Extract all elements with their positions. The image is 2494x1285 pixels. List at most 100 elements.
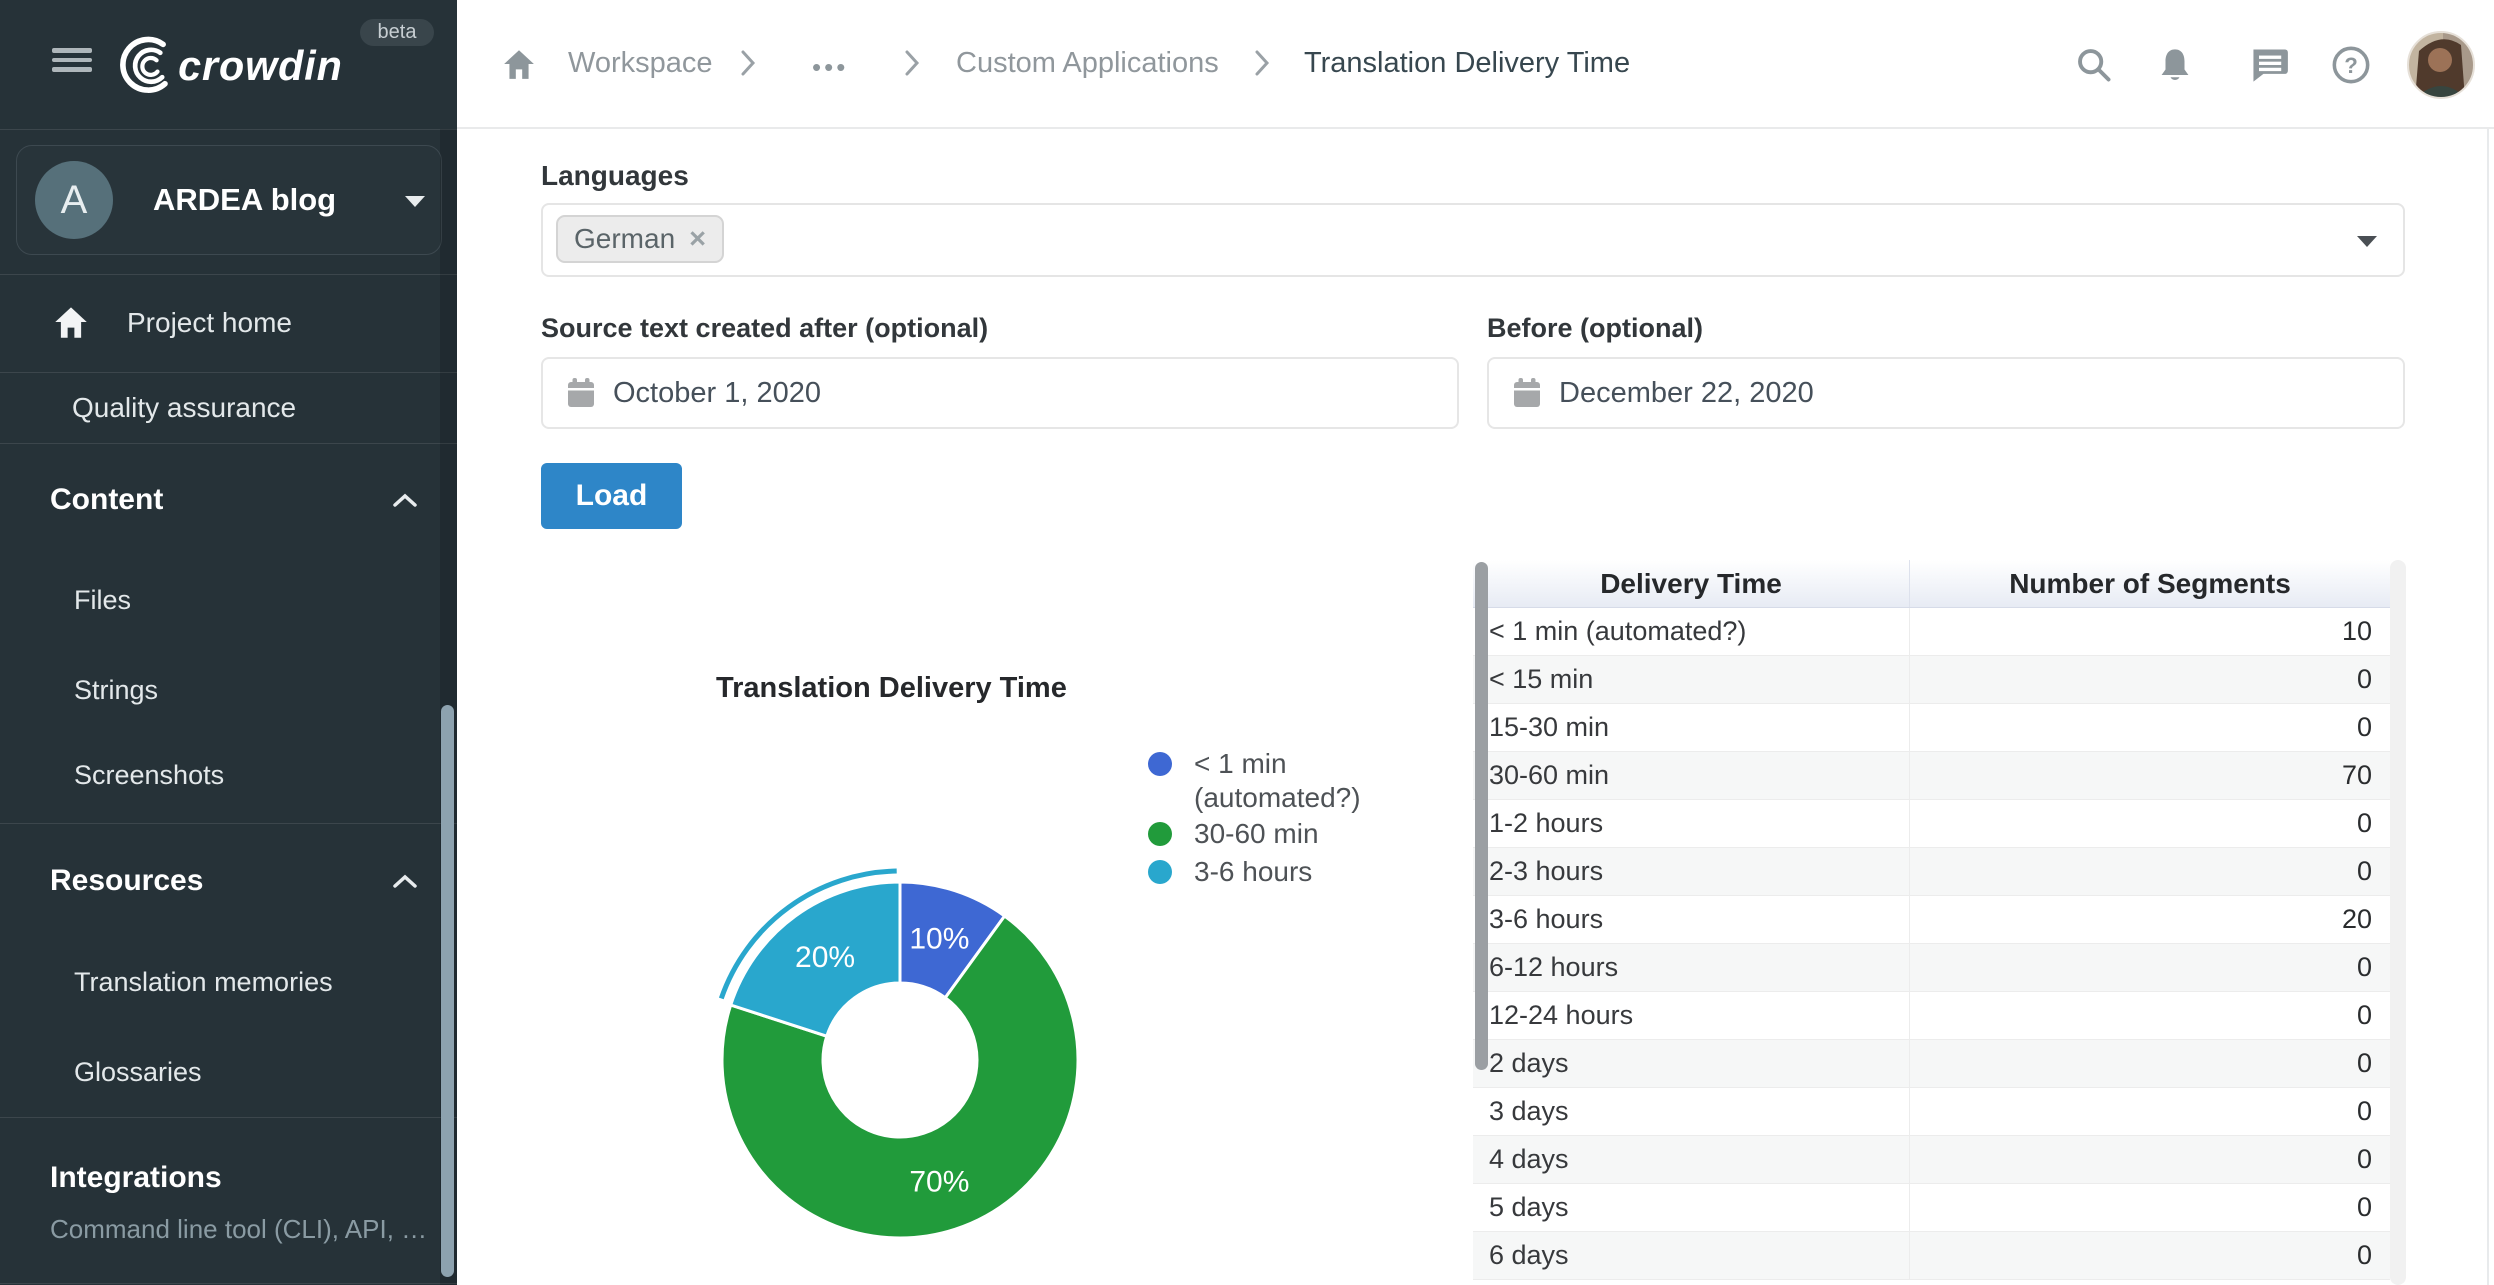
- breadcrumb-ellipsis[interactable]: •••: [812, 52, 848, 83]
- home-icon[interactable]: [502, 47, 536, 81]
- segments-count-cell: 0: [1910, 848, 2390, 895]
- table-row[interactable]: 6 days0: [1473, 1232, 2390, 1280]
- delivery-time-cell: 4 days: [1473, 1136, 1910, 1183]
- breadcrumb-workspace[interactable]: Workspace: [568, 47, 713, 80]
- sidebar-item-glossaries[interactable]: Glossaries: [0, 1048, 440, 1096]
- delivery-time-cell: < 15 min: [1473, 656, 1910, 703]
- column-header-number-of-segments[interactable]: Number of Segments: [1910, 560, 2390, 607]
- languages-label: Languages: [541, 160, 689, 192]
- donut-chart: 10%70%20%: [700, 860, 1100, 1260]
- table-row[interactable]: 4 days0: [1473, 1136, 2390, 1184]
- sidebar-section-content[interactable]: Content: [0, 476, 440, 524]
- delivery-time-cell: 1-2 hours: [1473, 800, 1910, 847]
- calendar-icon: [1513, 378, 1541, 408]
- calendar-icon: [567, 378, 595, 408]
- segments-count-cell: 0: [1910, 704, 2390, 751]
- remove-tag-icon[interactable]: ×: [689, 223, 706, 256]
- table-row[interactable]: < 15 min0: [1473, 656, 2390, 704]
- segments-count-cell: 0: [1910, 1184, 2390, 1231]
- table-scrollbar-thumb[interactable]: [1475, 562, 1488, 1070]
- sidebar-item-files[interactable]: Files: [0, 576, 440, 624]
- legend-dot: [1148, 752, 1172, 776]
- delivery-time-cell: 3 days: [1473, 1088, 1910, 1135]
- chevron-up-icon: [393, 493, 417, 507]
- chevron-up-icon: [393, 874, 417, 888]
- table-row[interactable]: 5 days0: [1473, 1184, 2390, 1232]
- sidebar-item-label: Quality assurance: [72, 392, 296, 424]
- legend-item-30-60min[interactable]: 30-60 min: [1148, 817, 1319, 851]
- table-row[interactable]: 2-3 hours0: [1473, 848, 2390, 896]
- messages-button[interactable]: [2249, 0, 2289, 129]
- segments-count-cell: 0: [1910, 944, 2390, 991]
- table-row[interactable]: < 1 min (automated?)10: [1473, 608, 2390, 656]
- segments-count-cell: 70: [1910, 752, 2390, 799]
- table-row[interactable]: 30-60 min70: [1473, 752, 2390, 800]
- table-row[interactable]: 3-6 hours20: [1473, 896, 2390, 944]
- window-scrollbar-edge: [2487, 129, 2489, 1285]
- legend-item-lt1min[interactable]: < 1 min(automated?): [1148, 747, 1361, 815]
- user-avatar[interactable]: [2407, 0, 2475, 129]
- column-header-delivery-time[interactable]: Delivery Time: [1473, 560, 1910, 607]
- segments-count-cell: 10: [1910, 608, 2390, 655]
- chat-icon: [2249, 46, 2289, 84]
- table-row[interactable]: 2 days0: [1473, 1040, 2390, 1088]
- beta-badge: beta: [360, 19, 434, 46]
- table-row[interactable]: 6-12 hours0: [1473, 944, 2390, 992]
- breadcrumb-current-page: Translation Delivery Time: [1304, 47, 1630, 80]
- hamburger-menu-icon[interactable]: [52, 48, 92, 72]
- breadcrumb-custom-applications[interactable]: Custom Applications: [956, 47, 1219, 80]
- legend-dot: [1148, 822, 1172, 846]
- sidebar-item-label: Strings: [74, 675, 158, 706]
- load-button[interactable]: Load: [541, 463, 682, 529]
- section-title: Content: [50, 483, 163, 517]
- search-icon: [2075, 46, 2113, 84]
- segments-count-cell: 0: [1910, 1136, 2390, 1183]
- sidebar-item-screenshots[interactable]: Screenshots: [0, 751, 440, 799]
- segments-count-cell: 0: [1910, 992, 2390, 1039]
- language-tag-german: German ×: [556, 215, 724, 263]
- app-window: crowdin beta A ARDEA blog Project home Q…: [0, 0, 2494, 1285]
- sidebar-item-project-home[interactable]: Project home: [0, 295, 440, 349]
- slice-percent-label: 10%: [909, 923, 969, 956]
- table-row[interactable]: 1-2 hours0: [1473, 800, 2390, 848]
- table-scrollbar-track: [2390, 560, 2406, 1285]
- languages-select[interactable]: German ×: [541, 203, 2405, 277]
- legend-item-3-6hours[interactable]: 3-6 hours: [1148, 855, 1312, 889]
- delivery-time-cell: < 1 min (automated?): [1473, 608, 1910, 655]
- table-row[interactable]: 3 days0: [1473, 1088, 2390, 1136]
- date-after-value: October 1, 2020: [613, 377, 821, 410]
- table-row[interactable]: 15-30 min0: [1473, 704, 2390, 752]
- sidebar-item-quality-assurance[interactable]: Quality assurance: [0, 372, 440, 443]
- date-before-input[interactable]: December 22, 2020: [1487, 357, 2405, 429]
- slice-percent-label: 70%: [909, 1165, 969, 1198]
- project-selector[interactable]: A ARDEA blog: [16, 145, 442, 255]
- delivery-time-cell: 15-30 min: [1473, 704, 1910, 751]
- sidebar-item-label: Files: [74, 585, 131, 616]
- legend-dot: [1148, 860, 1172, 884]
- segments-count-cell: 0: [1910, 1088, 2390, 1135]
- sidebar-scrollbar-thumb[interactable]: [441, 705, 454, 1277]
- table-header: Delivery Time Number of Segments: [1473, 560, 2390, 608]
- section-title: Integrations: [50, 1161, 222, 1195]
- sidebar: crowdin beta A ARDEA blog Project home Q…: [0, 0, 457, 1285]
- section-title: Resources: [50, 864, 203, 898]
- date-after-input[interactable]: October 1, 2020: [541, 357, 1459, 429]
- sidebar-item-strings[interactable]: Strings: [0, 666, 440, 714]
- legend-label: 3-6 hours: [1194, 855, 1312, 889]
- sidebar-item-translation-memories[interactable]: Translation memories: [0, 958, 440, 1006]
- segments-count-cell: 0: [1910, 1040, 2390, 1087]
- chart-title: Translation Delivery Time: [716, 672, 1067, 705]
- delivery-time-cell: 2-3 hours: [1473, 848, 1910, 895]
- notifications-button[interactable]: [2157, 0, 2193, 129]
- delivery-time-cell: 12-24 hours: [1473, 992, 1910, 1039]
- segments-count-cell: 0: [1910, 800, 2390, 847]
- sidebar-section-resources[interactable]: Resources: [0, 857, 440, 905]
- table-row[interactable]: 12-24 hours0: [1473, 992, 2390, 1040]
- sidebar-section-integrations[interactable]: Integrations: [0, 1154, 440, 1202]
- search-button[interactable]: [2075, 0, 2113, 129]
- help-button[interactable]: ?: [2331, 0, 2371, 129]
- breadcrumb-chevron-icon: [904, 49, 920, 77]
- sidebar-item-label: Glossaries: [74, 1057, 202, 1088]
- delivery-time-cell: 3-6 hours: [1473, 896, 1910, 943]
- language-tag-label: German: [574, 223, 675, 255]
